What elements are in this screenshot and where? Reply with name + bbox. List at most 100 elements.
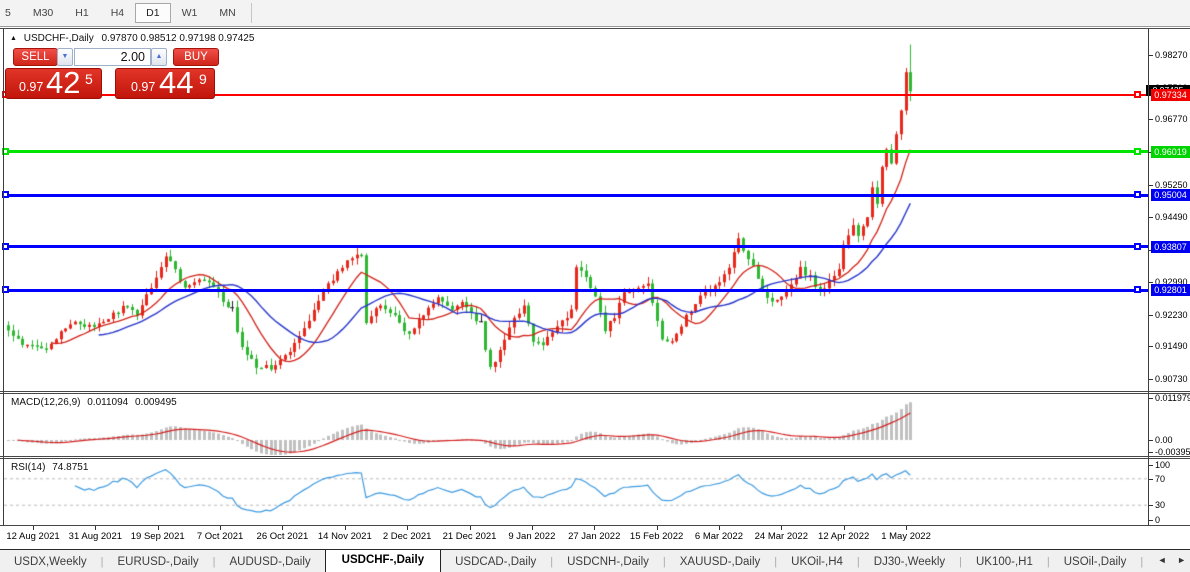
indicator-axis-tick: [1149, 479, 1153, 480]
date-axis-tick: [220, 526, 221, 530]
tab-eurusddaily[interactable]: EURUSD-,Daily: [104, 553, 213, 571]
date-label: 2 Dec 2021: [372, 531, 442, 542]
tab-ukoilh4[interactable]: UKOil-,H4: [777, 553, 857, 571]
price-axis-label: 0.94490: [1155, 212, 1188, 222]
tab-scroll-right-icon[interactable]: ►: [1177, 555, 1186, 565]
volume-decrease-button[interactable]: ▼: [57, 48, 73, 66]
hline-handle[interactable]: [1134, 148, 1141, 155]
panel-separator: [0, 393, 1190, 394]
date-axis-tick: [844, 526, 845, 530]
sell-button[interactable]: SELL: [13, 48, 58, 66]
buy-price-display[interactable]: 0.97 44 9: [115, 68, 215, 99]
date-axis-tick: [95, 526, 96, 530]
tab-scroll-arrows: ◄ ►: [1150, 555, 1186, 565]
tab-usdcnhdaily[interactable]: USDCNH-,Daily: [553, 553, 663, 571]
one-click-trade-panel: SELL ▼ 2.00 ▲ BUY 0.97 42 5 0.97 44 9: [5, 46, 220, 102]
date-label: 14 Nov 2021: [310, 531, 380, 542]
volume-input[interactable]: 2.00: [74, 48, 151, 66]
symbol-tab-bar: USDX,Weekly|EURUSD-,Daily|AUDUSD-,DailyU…: [0, 549, 1190, 572]
tab-usdcaddaily[interactable]: USDCAD-,Daily: [441, 553, 550, 571]
indicator-axis-label: 70: [1155, 474, 1165, 484]
spin-down-icon: ▼: [62, 53, 69, 60]
sell-price-prefix: 0.97: [19, 80, 43, 94]
timeframe-button-d1[interactable]: D1: [135, 3, 170, 23]
date-axis-tick: [781, 526, 782, 530]
trading-platform-window: 5M30H1H4D1W1MN ▲ USDCHF-,Daily 0.97870 0…: [0, 0, 1190, 572]
rsi-indicator-canvas[interactable]: [4, 459, 1148, 525]
date-label: 7 Oct 2021: [185, 531, 255, 542]
date-label: 6 Mar 2022: [684, 531, 754, 542]
hline-handle[interactable]: [1134, 243, 1141, 250]
date-label: 27 Jan 2022: [559, 531, 629, 542]
indicator-axis-label: 0.00: [1155, 435, 1173, 445]
timeframe-button-m30[interactable]: M30: [22, 3, 64, 23]
price-axis-label: 0.90730: [1155, 374, 1188, 384]
date-axis-tick: [407, 526, 408, 530]
buy-button[interactable]: BUY: [173, 48, 219, 66]
hline-0.93807[interactable]: [3, 245, 1148, 248]
date-axis-tick: [594, 526, 595, 530]
price-axis-tick: [1149, 119, 1153, 120]
timeframe-button-h1[interactable]: H1: [64, 3, 99, 23]
tab-uk100h1[interactable]: UK100-,H1: [962, 553, 1047, 571]
hline-0.96019[interactable]: [3, 150, 1148, 153]
price-level-badge: 0.95004: [1151, 189, 1190, 201]
timeframe-buttons: 5M30H1H4D1W1MN: [0, 3, 247, 23]
price-level-badge: 0.97334: [1151, 89, 1190, 101]
date-axis-tick: [33, 526, 34, 530]
price-level-badge: 0.93807: [1151, 241, 1190, 253]
indicator-axis-tick: [1149, 465, 1153, 466]
price-axis-tick: [1149, 185, 1153, 186]
tab-dj30weekly[interactable]: DJ30-,Weekly: [860, 553, 959, 571]
date-label: 12 Aug 2021: [0, 531, 68, 542]
price-axis-label: 0.96770: [1155, 114, 1188, 124]
date-label: 24 Mar 2022: [746, 531, 816, 542]
indicator-axis-tick: [1149, 452, 1153, 453]
tab-usdxweekly[interactable]: USDX,Weekly: [0, 553, 101, 571]
tab-xauusddaily[interactable]: XAUUSD-,Daily: [666, 553, 775, 571]
timeframe-toolbar: 5M30H1H4D1W1MN: [0, 0, 1190, 27]
tab-scroll-left-icon[interactable]: ◄: [1158, 555, 1167, 565]
date-label: 19 Sep 2021: [123, 531, 193, 542]
date-axis-tick: [345, 526, 346, 530]
sell-price-display[interactable]: 0.97 42 5: [5, 68, 102, 99]
tab-audusddaily[interactable]: AUDUSD-,Daily: [216, 553, 325, 571]
panel-separator[interactable]: [0, 456, 1190, 457]
timeframe-button-w1[interactable]: W1: [171, 3, 209, 23]
date-label: 12 Apr 2022: [809, 531, 879, 542]
buy-price-pip-digit: 9: [199, 71, 207, 87]
indicator-axis-label: 30: [1155, 500, 1165, 510]
macd-label: MACD(12,26,9) 0.011094 0.009495: [11, 397, 177, 408]
hline-handle[interactable]: [1134, 191, 1141, 198]
hline-handle[interactable]: [1134, 91, 1141, 98]
tab-usdchfdaily[interactable]: USDCHF-,Daily: [325, 550, 441, 572]
price-level-badge: 0.92801: [1151, 284, 1190, 296]
price-level-badge: 0.96019: [1151, 146, 1190, 158]
timeframe-button-h4[interactable]: H4: [100, 3, 135, 23]
chart-window: ▲ USDCHF-,Daily 0.97870 0.98512 0.97198 …: [0, 28, 1190, 525]
sell-price-pip-digit: 5: [85, 71, 93, 87]
hline-0.95004[interactable]: [3, 194, 1148, 197]
price-axis-label: 0.98270: [1155, 50, 1188, 60]
date-label: 1 May 2022: [871, 531, 941, 542]
panel-separator[interactable]: [0, 391, 1190, 392]
panel-separator: [0, 458, 1190, 459]
date-label: 26 Oct 2021: [247, 531, 317, 542]
date-axis-tick: [470, 526, 471, 530]
volume-increase-button[interactable]: ▲: [151, 48, 167, 66]
price-axis-tick: [1149, 379, 1153, 380]
date-label: 21 Dec 2021: [435, 531, 505, 542]
price-axis-tick: [1149, 55, 1153, 56]
indicator-axis-tick: [1149, 440, 1153, 441]
hline-0.92801[interactable]: [3, 289, 1148, 292]
tab-usoildaily[interactable]: USOil-,Daily: [1050, 553, 1141, 571]
date-axis-tick: [719, 526, 720, 530]
indicator-axis-label: 0.011979: [1155, 393, 1190, 403]
timeframe-button-5[interactable]: 5: [0, 3, 22, 23]
collapse-arrow-icon[interactable]: ▲: [10, 35, 17, 42]
indicator-axis-tick: [1149, 398, 1153, 399]
chart-symbol-label: USDCHF-,Daily: [24, 33, 94, 44]
hline-handle[interactable]: [1134, 286, 1141, 293]
chart-title: ▲ USDCHF-,Daily 0.97870 0.98512 0.97198 …: [10, 33, 254, 44]
timeframe-button-mn[interactable]: MN: [208, 3, 246, 23]
